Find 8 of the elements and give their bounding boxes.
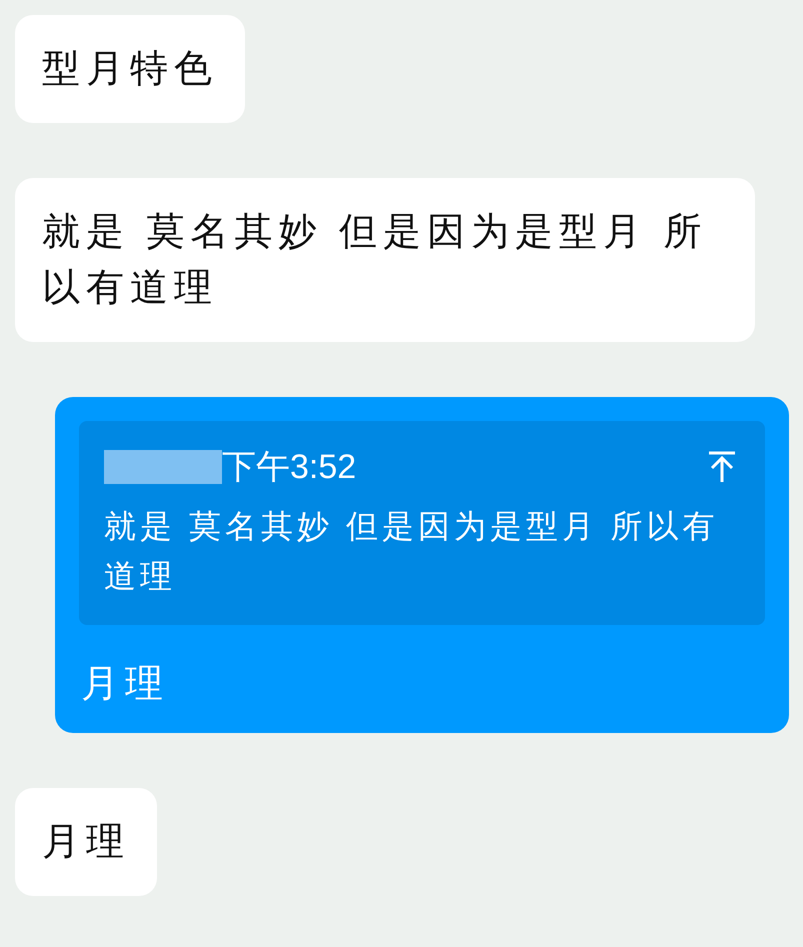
quoted-text: 就是 莫名其妙 但是因为是型月 所以有道理	[104, 507, 720, 596]
reply-text: 月理	[80, 662, 170, 707]
quoted-message[interactable]: 下午3:52 就是 莫名其妙 但是因为是型月 所以有道理	[79, 421, 765, 625]
message-bubble: 型月特色	[15, 15, 245, 123]
message-bubble: 月理	[15, 788, 157, 896]
quote-time: 下午3:52	[222, 447, 356, 487]
message-bubble: 就是 莫名其妙 但是因为是型月 所以有道理	[15, 178, 755, 342]
scroll-to-top-icon[interactable]	[707, 451, 737, 483]
